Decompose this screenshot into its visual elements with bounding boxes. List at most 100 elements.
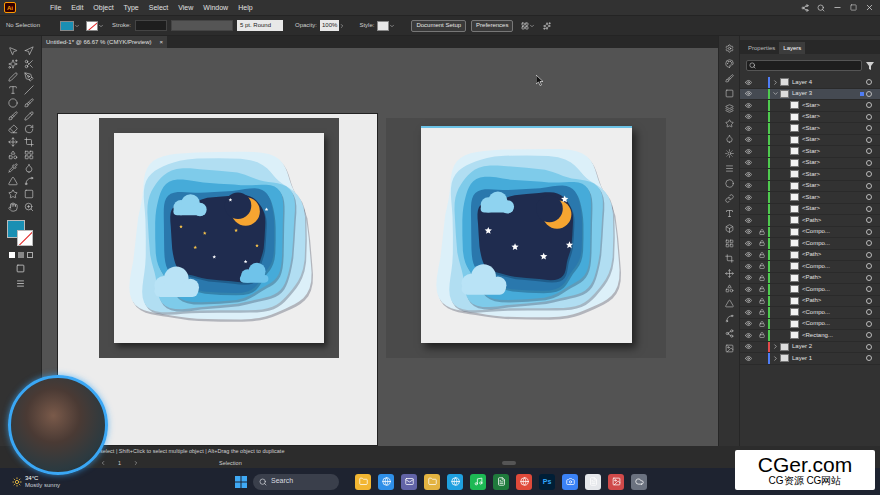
panel-tab[interactable]: Properties [744,42,779,54]
taskbar-app[interactable] [424,474,440,490]
target-circle[interactable] [866,298,872,304]
layer-row[interactable]: <Compo... [740,238,880,250]
target-circle[interactable] [866,79,872,85]
panel-icon[interactable] [725,239,734,248]
panel-icon[interactable] [725,299,734,308]
taskbar-search[interactable]: Search [253,474,339,490]
lock-icon[interactable] [759,332,765,338]
stroke-dropdown-icon[interactable] [98,23,104,29]
tool-icon[interactable] [8,163,18,173]
layer-row[interactable]: <Star> [740,158,880,170]
lock-icon[interactable] [759,229,765,235]
tab-close[interactable]: × [159,38,163,47]
layer-row[interactable]: <Compo... [740,319,880,331]
visibility-icon[interactable] [745,263,752,270]
layer-row[interactable]: Layer 3 [740,89,880,101]
visibility-icon[interactable] [745,159,752,166]
tool-icon[interactable] [8,189,18,199]
target-circle[interactable] [866,321,872,327]
canvas[interactable] [42,48,718,446]
tool-icon[interactable] [24,189,34,199]
recolor-icon[interactable] [543,22,551,30]
menu-item[interactable]: Select [149,4,168,11]
tool-icon[interactable] [24,202,34,212]
target-circle[interactable] [866,171,872,177]
visibility-icon[interactable] [745,171,752,178]
paper-cut-artwork[interactable] [124,143,314,333]
target-circle[interactable] [866,125,872,131]
layer-row[interactable]: <Compo... [740,284,880,296]
panel-icon[interactable] [725,89,734,98]
brush-field[interactable]: 5 pt. Round [237,20,283,31]
gradient-mode-box[interactable] [18,252,24,258]
tool-icon[interactable] [24,176,34,186]
tool-icon[interactable] [8,72,18,82]
tool-icon[interactable] [24,46,34,56]
panel-icon[interactable] [725,179,734,188]
layer-row[interactable]: <Rectang... [740,330,880,342]
panel-icon[interactable] [725,59,734,68]
stroke-swatch[interactable] [86,21,98,31]
panel-icon[interactable] [725,269,734,278]
target-circle[interactable] [866,332,872,338]
style-dropdown-icon[interactable] [389,23,395,29]
filter-icon[interactable] [866,62,874,70]
taskbar-app[interactable] [355,474,371,490]
lock-icon[interactable] [759,309,765,315]
taskbar-app[interactable] [447,474,463,490]
expand-icon[interactable] [772,343,779,350]
collapse-icon[interactable] [772,90,779,97]
layer-row[interactable]: <Star> [740,204,880,216]
target-circle[interactable] [866,91,872,97]
visibility-icon[interactable] [745,309,752,316]
visibility-icon[interactable] [745,251,752,258]
layer-row[interactable]: <Star> [740,146,880,158]
lock-icon[interactable] [759,263,765,269]
target-circle[interactable] [866,206,872,212]
tool-icon[interactable] [8,150,18,160]
tool-icon[interactable] [8,176,18,186]
visibility-icon[interactable] [745,228,752,235]
layer-row[interactable]: <Star> [740,100,880,112]
maximize-icon[interactable] [850,4,857,11]
lock-icon[interactable] [759,286,765,292]
taskbar-app[interactable] [401,474,417,490]
target-circle[interactable] [866,252,872,258]
visibility-icon[interactable] [745,102,752,109]
layers-search-field[interactable] [746,60,862,71]
tool-icon[interactable] [8,111,18,121]
panel-icon[interactable] [725,164,734,173]
layer-row[interactable]: <Star> [740,181,880,193]
layer-row[interactable]: Layer 1 [740,353,880,365]
menu-item[interactable]: File [50,4,61,11]
tool-icon[interactable] [8,137,18,147]
tool-icon[interactable] [8,59,18,69]
taskbar-app[interactable] [585,474,601,490]
visibility-icon[interactable] [745,148,752,155]
expand-icon[interactable] [772,79,779,86]
tool-icon[interactable] [24,85,34,95]
target-circle[interactable] [866,309,872,315]
layer-row[interactable]: Layer 2 [740,342,880,354]
visibility-icon[interactable] [745,343,752,350]
target-circle[interactable] [866,217,872,223]
minimize-icon[interactable] [833,3,842,12]
artboard-number[interactable]: 1 [118,459,121,467]
target-circle[interactable] [866,240,872,246]
visibility-icon[interactable] [745,217,752,224]
stroke-color-box[interactable] [17,230,33,246]
tool-icon[interactable] [24,72,34,82]
lock-icon[interactable] [759,275,765,281]
taskbar-app[interactable] [516,474,532,490]
menu-item[interactable]: View [178,4,193,11]
arrange-dropdown-icon[interactable] [529,23,535,29]
lock-icon[interactable] [759,321,765,327]
search-icon[interactable] [817,4,825,12]
panel-icon[interactable] [725,224,734,233]
close-icon[interactable] [865,3,874,12]
target-circle[interactable] [866,355,872,361]
prev-artboard-icon[interactable] [100,460,106,466]
menu-item[interactable]: Window [203,4,228,11]
target-circle[interactable] [866,194,872,200]
draw-mode-icon[interactable] [16,264,25,273]
